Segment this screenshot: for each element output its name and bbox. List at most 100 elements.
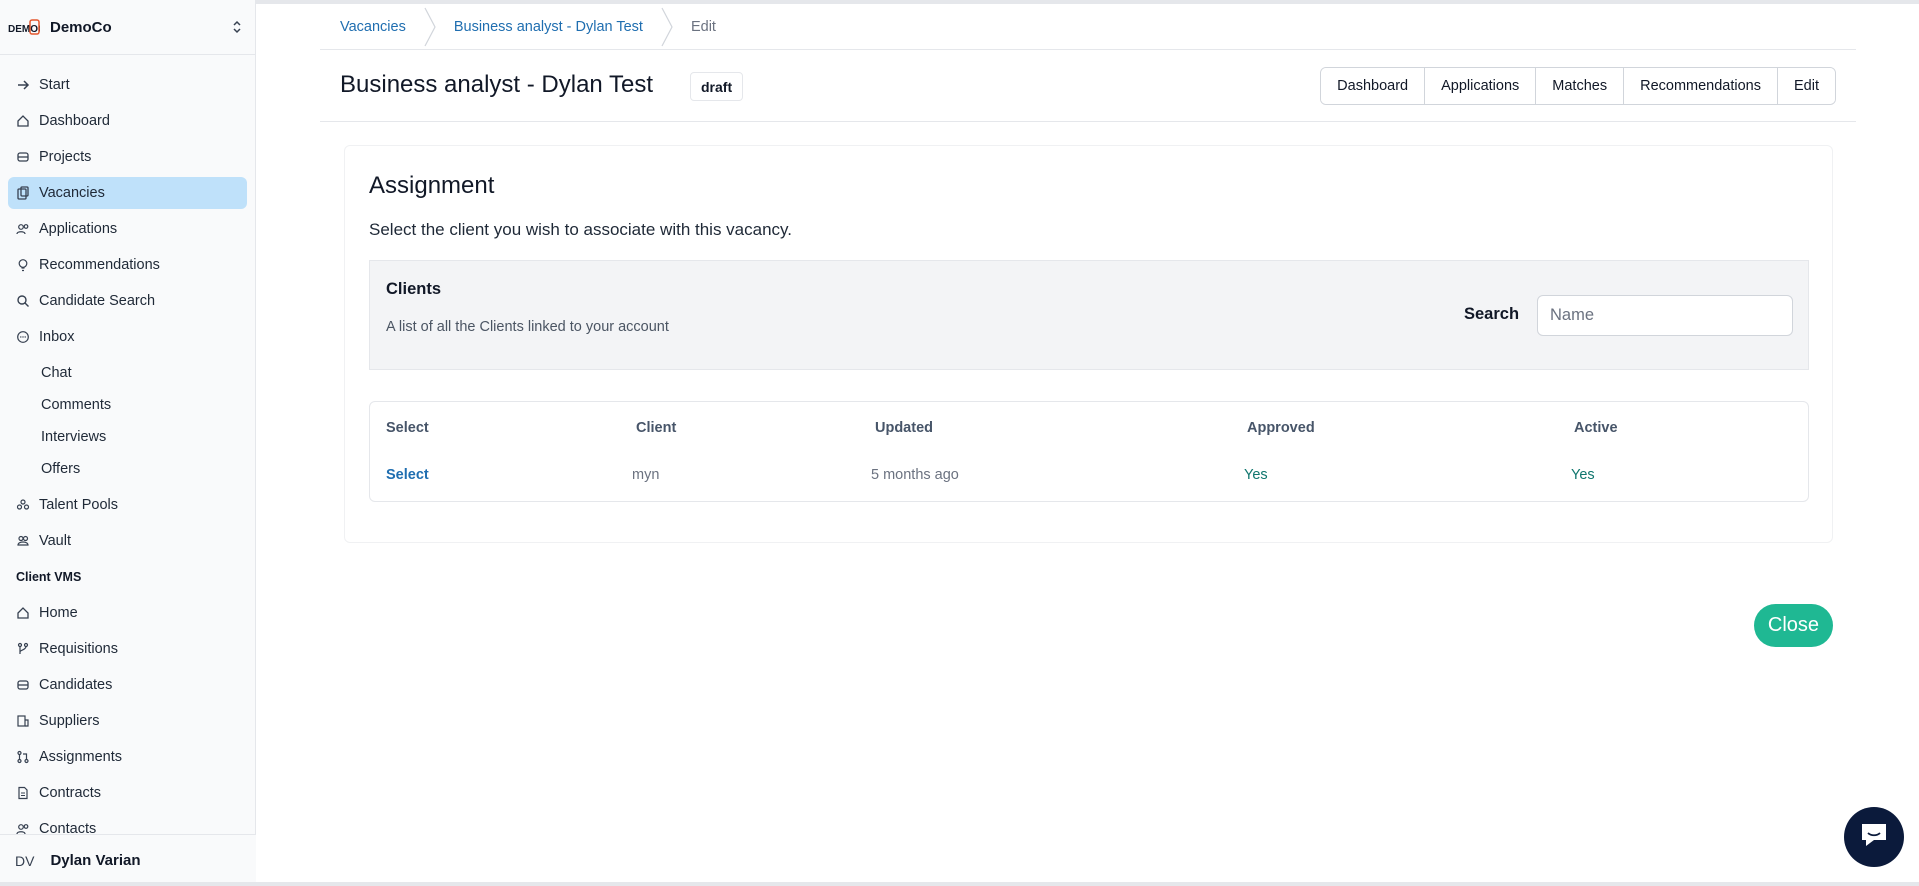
sidebar-item-suppliers[interactable]: Suppliers — [8, 705, 247, 737]
sidebar-item-inbox[interactable]: Inbox — [8, 321, 247, 353]
home-icon — [16, 606, 30, 620]
vault-icon — [16, 534, 30, 548]
chat-bubble-icon — [1859, 821, 1889, 854]
sidebar-item-recommendations[interactable]: Recommendations — [8, 249, 247, 281]
search-input[interactable] — [1537, 295, 1793, 336]
column-header-client: Client — [636, 420, 677, 436]
sidebar-item-candidates[interactable]: Candidates — [8, 669, 247, 701]
sidebar-item-label: Vault — [39, 533, 71, 549]
clients-table: Select Client Updated Approved Active Se… — [369, 401, 1809, 502]
column-header-updated: Updated — [875, 420, 933, 436]
sidebar-item-projects[interactable]: Projects — [8, 141, 247, 173]
avatar: DV — [15, 852, 35, 869]
page-title: Business analyst - Dylan Test — [340, 71, 654, 98]
clients-title: Clients — [386, 280, 442, 298]
sidebar-item-label: Start — [39, 77, 70, 93]
stack-icon — [16, 150, 30, 164]
close-button[interactable]: Close — [1754, 604, 1833, 647]
sidebar-item-vacancies[interactable]: Vacancies — [8, 177, 247, 209]
status-badge: draft — [690, 72, 744, 101]
breadcrumb: Vacancies Business analyst - Dylan Test … — [320, 4, 1856, 50]
sidebar-section-client-vms: Client VMS — [16, 570, 82, 584]
sidebar-item-label: Suppliers — [39, 713, 100, 729]
sidebar-item-requisitions[interactable]: Requisitions — [8, 633, 247, 665]
sidebar: DEMOCO DemoCo Start Dashboard Projects V… — [0, 0, 256, 886]
updated-cell: 5 months ago — [871, 467, 959, 483]
org-name: DemoCo — [50, 18, 112, 36]
assignment-title: Assignment — [369, 172, 495, 199]
search-label: Search — [1464, 305, 1520, 323]
sidebar-item-dashboard[interactable]: Dashboard — [8, 105, 247, 137]
approved-cell: Yes — [1244, 467, 1268, 483]
user-name: Dylan Varian — [50, 852, 141, 869]
chevron-right-icon — [420, 4, 440, 50]
sidebar-item-start[interactable]: Start — [8, 69, 247, 101]
assignment-card: Assignment Select the client you wish to… — [344, 145, 1833, 543]
tab-applications[interactable]: Applications — [1424, 68, 1536, 104]
sidebar-item-label: Contracts — [39, 785, 102, 801]
arrow-right-icon — [16, 78, 30, 92]
tab-dashboard[interactable]: Dashboard — [1321, 68, 1425, 104]
branch-icon — [16, 642, 30, 656]
sidebar-item-label: Recommendations — [39, 257, 160, 273]
sidebar-item-vault[interactable]: Vault — [8, 525, 247, 557]
sidebar-nav: Start Dashboard Projects Vacancies Appli… — [0, 55, 255, 845]
active-cell: Yes — [1571, 467, 1595, 483]
tab-matches[interactable]: Matches — [1535, 68, 1624, 104]
sidebar-subitem-offers[interactable]: Offers — [8, 453, 247, 485]
sidebar-subitem-comments[interactable]: Comments — [8, 389, 247, 421]
sidebar-item-label: Candidates — [39, 677, 113, 693]
sidebar-item-applications[interactable]: Applications — [8, 213, 247, 245]
search-icon — [16, 294, 30, 308]
sidebar-item-label: Projects — [39, 149, 92, 165]
chevron-right-icon — [657, 4, 677, 50]
home-icon — [16, 114, 30, 128]
vacancy-tabs: Dashboard Applications Matches Recommend… — [1320, 67, 1836, 105]
chevron-up-down-icon[interactable] — [229, 19, 245, 35]
chat-icon — [16, 330, 30, 344]
pools-icon — [16, 498, 30, 512]
column-header-active: Active — [1574, 420, 1618, 436]
sidebar-item-home[interactable]: Home — [8, 597, 247, 629]
breadcrumb-vacancy[interactable]: Business analyst - Dylan Test — [454, 19, 643, 35]
org-switcher[interactable]: DEMOCO DemoCo — [0, 0, 255, 55]
bottom-divider — [0, 882, 1919, 886]
column-header-select: Select — [386, 420, 429, 436]
sidebar-item-label: Home — [39, 605, 78, 621]
sidebar-item-contracts[interactable]: Contracts — [8, 777, 247, 809]
assignment-description: Select the client you wish to associate … — [369, 220, 792, 239]
clients-panel: Clients A list of all the Clients linked… — [369, 260, 1809, 370]
building-icon — [16, 714, 30, 728]
breadcrumb-vacancies[interactable]: Vacancies — [340, 19, 406, 35]
lightbulb-icon — [16, 258, 30, 272]
sidebar-item-label: Requisitions — [39, 641, 118, 657]
select-client-link[interactable]: Select — [386, 467, 429, 483]
page-header: Business analyst - Dylan Test draft Dash… — [320, 51, 1856, 122]
tab-edit[interactable]: Edit — [1777, 68, 1835, 104]
user-menu[interactable]: DV Dylan Varian — [0, 834, 256, 886]
sidebar-subitem-interviews[interactable]: Interviews — [8, 421, 247, 453]
sidebar-item-label: Vacancies — [39, 185, 105, 201]
sidebar-item-assignments[interactable]: Assignments — [8, 741, 247, 773]
document-icon — [16, 786, 30, 800]
pull-request-icon — [16, 750, 30, 764]
sidebar-subitem-chat[interactable]: Chat — [8, 357, 247, 389]
clients-description: A list of all the Clients linked to your… — [386, 319, 669, 335]
org-logo: DEMOCO — [8, 17, 40, 37]
sidebar-item-label: Talent Pools — [39, 497, 118, 513]
stack-icon — [16, 678, 30, 692]
users-icon — [16, 222, 30, 236]
sidebar-item-talent-pools[interactable]: Talent Pools — [8, 489, 247, 521]
sidebar-item-candidate-search[interactable]: Candidate Search — [8, 285, 247, 317]
sidebar-item-label: Dashboard — [39, 113, 110, 129]
column-header-approved: Approved — [1247, 420, 1315, 436]
client-name-cell: myn — [632, 467, 660, 483]
sidebar-item-label: Candidate Search — [39, 293, 156, 309]
tab-recommendations[interactable]: Recommendations — [1623, 68, 1777, 104]
breadcrumb-current: Edit — [690, 18, 716, 35]
sidebar-item-label: Assignments — [39, 749, 123, 765]
chat-widget-button[interactable] — [1844, 807, 1904, 867]
sidebar-item-label: Inbox — [39, 329, 75, 345]
clipboard-icon — [16, 186, 30, 200]
sidebar-item-label: Applications — [39, 221, 118, 237]
